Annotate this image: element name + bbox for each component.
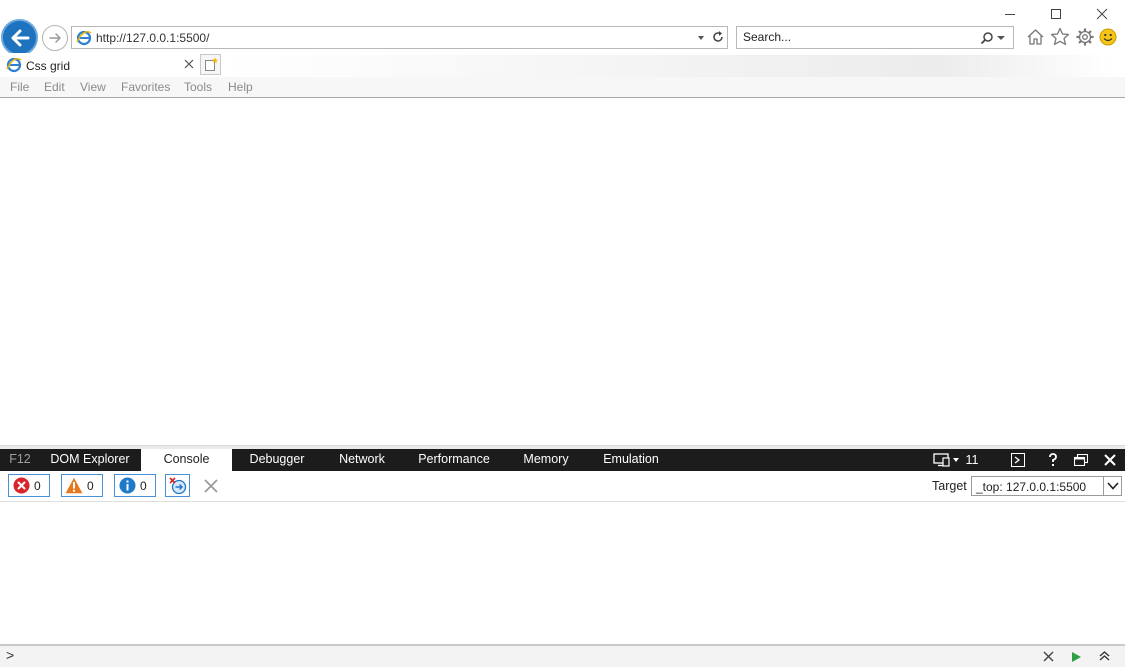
clear-on-navigate-icon: [168, 476, 186, 494]
address-text: http://127.0.0.1:5500/: [96, 31, 210, 45]
help-button[interactable]: [1043, 449, 1063, 471]
errors-count: 0: [34, 478, 41, 493]
gear-icon[interactable]: [1075, 27, 1095, 47]
tab-css-grid[interactable]: Css grid: [0, 53, 198, 77]
home-icon[interactable]: [1026, 28, 1045, 46]
refresh-icon[interactable]: [711, 30, 725, 44]
monitor-dropdown-icon: [933, 453, 959, 467]
console-output[interactable]: [0, 502, 1125, 644]
target-label: Target: [932, 479, 967, 493]
address-bar[interactable]: http://127.0.0.1:5500/: [71, 26, 728, 49]
menu-favorites[interactable]: Favorites: [121, 80, 170, 94]
tab-title: Css grid: [26, 59, 71, 73]
command-prompt-chevron: >: [6, 647, 15, 663]
console-toolbar: 0 0 0 Target _top: 127.0.0.1:5500: [0, 471, 1125, 502]
clear-input-icon[interactable]: [1043, 651, 1054, 662]
chevron-down-icon: [1103, 477, 1121, 495]
new-tab-button[interactable]: [200, 54, 221, 75]
tab-strip-background: [222, 55, 1115, 77]
tab-dom-explorer[interactable]: DOM Explorer: [40, 449, 140, 471]
console-prompt-toggle[interactable]: [1008, 449, 1028, 471]
terminal-icon: [1011, 453, 1025, 467]
clear-on-navigate-toggle[interactable]: [165, 474, 190, 497]
menu-tools[interactable]: Tools: [184, 80, 212, 94]
close-tab-icon[interactable]: [184, 59, 194, 69]
warning-icon: [65, 477, 83, 494]
tab-memory[interactable]: Memory: [506, 449, 586, 471]
back-arrow-icon: [11, 29, 29, 46]
menu-bar: File Edit View Favorites Tools Help: [0, 77, 1125, 98]
smiley-feedback-icon[interactable]: [1099, 28, 1117, 46]
question-mark-icon: [1049, 453, 1057, 466]
run-icon[interactable]: [1071, 651, 1082, 663]
favorites-star-icon[interactable]: [1050, 27, 1070, 46]
close-devtools-button[interactable]: [1100, 449, 1120, 471]
tab-network[interactable]: Network: [322, 449, 402, 471]
new-tab-icon: [204, 57, 219, 72]
tab-emulation[interactable]: Emulation: [586, 449, 676, 471]
messages-count: 0: [140, 478, 147, 493]
search-dropdown-icon[interactable]: [996, 34, 1006, 42]
maximize-icon: [1051, 9, 1061, 19]
errors-filter[interactable]: 0: [8, 474, 50, 497]
tab-performance[interactable]: Performance: [402, 449, 506, 471]
minimize-icon: [1005, 14, 1015, 15]
devtools-f12-label: F12: [9, 452, 31, 466]
ie-page-icon: [76, 30, 92, 46]
clear-console-icon[interactable]: [203, 478, 219, 494]
tab-console[interactable]: Console: [141, 449, 232, 471]
warnings-filter[interactable]: 0: [61, 474, 103, 497]
console-command-line[interactable]: >: [0, 644, 1125, 667]
back-button[interactable]: [1, 19, 38, 56]
messages-filter[interactable]: 0: [114, 474, 156, 497]
expand-multiline-icon[interactable]: [1099, 650, 1110, 662]
forward-arrow-icon: [49, 33, 61, 43]
forward-button[interactable]: [42, 25, 68, 51]
undock-icon: [1074, 454, 1088, 466]
menu-help[interactable]: Help: [228, 80, 253, 94]
page-viewport[interactable]: [0, 98, 1125, 445]
ie-tab-icon: [6, 57, 22, 73]
search-input[interactable]: [743, 30, 963, 44]
error-icon: [13, 477, 30, 494]
info-icon: [119, 477, 136, 494]
menu-view[interactable]: View: [80, 80, 106, 94]
target-value: _top: 127.0.0.1:5500: [976, 480, 1087, 494]
close-icon: [1096, 8, 1108, 20]
search-box[interactable]: [736, 26, 1014, 49]
address-dropdown-icon[interactable]: [696, 33, 706, 43]
close-window-button[interactable]: [1090, 4, 1114, 24]
tab-debugger[interactable]: Debugger: [232, 449, 322, 471]
document-mode-value: 11: [965, 453, 979, 467]
maximize-button[interactable]: [1044, 4, 1068, 24]
menu-edit[interactable]: Edit: [44, 80, 65, 94]
search-icon[interactable]: [980, 31, 994, 45]
menu-file[interactable]: File: [10, 80, 29, 94]
target-select[interactable]: _top: 127.0.0.1:5500: [971, 476, 1122, 496]
close-icon: [1104, 454, 1116, 466]
warnings-count: 0: [87, 478, 94, 493]
minimize-button[interactable]: [998, 4, 1022, 24]
devtools-tab-bar: F12 DOM Explorer Console Debugger Networ…: [0, 449, 1125, 471]
document-mode-button[interactable]: [930, 449, 962, 471]
undock-button[interactable]: [1071, 449, 1091, 471]
